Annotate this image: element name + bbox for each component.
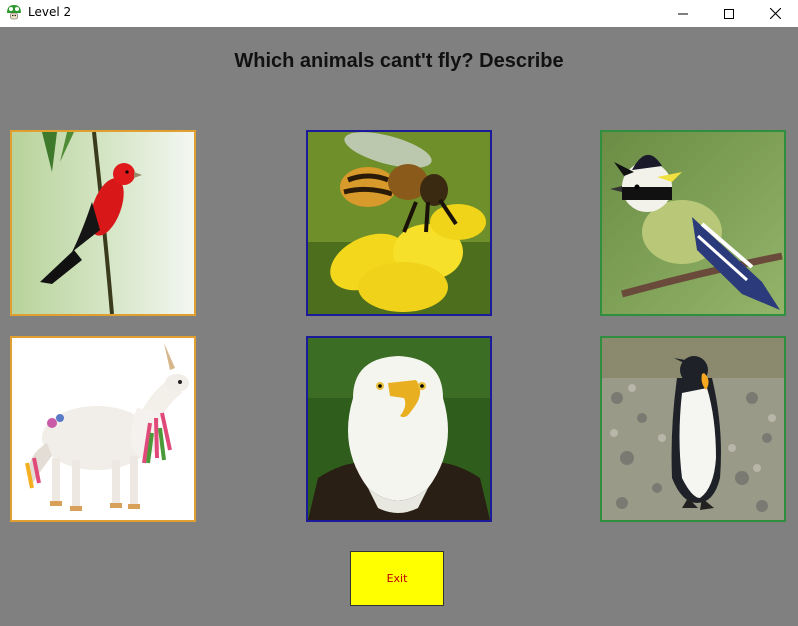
question-heading: Which animals cant't fly? Describe <box>234 50 564 72</box>
animal-card-penguin[interactable] <box>600 336 786 522</box>
animal-card-unicorn[interactable] <box>10 336 196 522</box>
animal-card-eagle[interactable] <box>306 336 492 522</box>
crested-bird-image <box>602 132 784 314</box>
mushroom-icon <box>7 5 21 20</box>
penguin-image <box>602 338 784 520</box>
title-bar: Level 2 <box>0 0 798 27</box>
unicorn-image <box>12 338 194 520</box>
exit-button[interactable]: Exit <box>350 551 444 606</box>
bee-image <box>308 132 490 314</box>
close-icon <box>769 8 781 19</box>
animal-card-crested-bird[interactable] <box>600 130 786 316</box>
animal-card-bee[interactable] <box>306 130 492 316</box>
window-title: Level 2 <box>28 5 72 19</box>
close-button[interactable] <box>752 0 798 27</box>
animal-card-red-bird[interactable] <box>10 130 196 316</box>
minimize-button[interactable] <box>660 0 706 27</box>
maximize-button[interactable] <box>706 0 752 27</box>
maximize-icon <box>724 8 734 19</box>
minimize-icon <box>678 13 688 14</box>
red-bird-image <box>12 132 194 314</box>
eagle-image <box>308 338 490 520</box>
